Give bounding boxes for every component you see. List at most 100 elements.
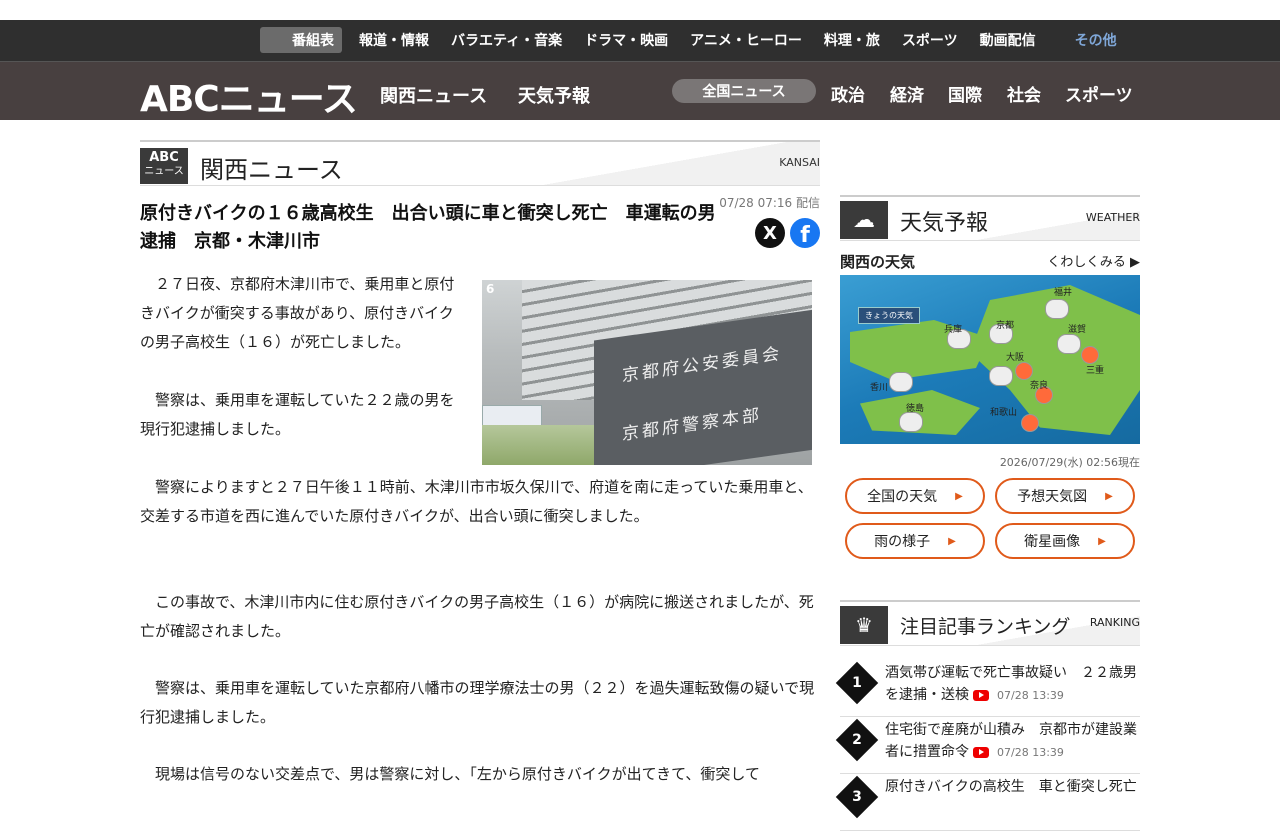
top-navigation: 番組表 報道・情報 バラエティ・音楽 ドラマ・映画 アニメ・ヒーロー 料理・旅 … bbox=[0, 20, 1280, 62]
triangle-right-icon: ▶ bbox=[955, 490, 963, 502]
abc-news-badge: ABC ニュース bbox=[140, 148, 188, 184]
rank-number: 3 bbox=[852, 789, 862, 805]
site-logo[interactable]: ABCニュース bbox=[140, 70, 358, 122]
city-label: 京都 bbox=[996, 321, 1015, 331]
city-label: 大阪 bbox=[1006, 353, 1025, 363]
sun-icon bbox=[1022, 415, 1038, 431]
site-header: ABCニュース 関西ニュース 天気予報 全国ニュース 政治 経済 国際 社会 ス… bbox=[0, 62, 1280, 120]
crown-icon: ♛ bbox=[840, 606, 888, 644]
city-label: 香川 bbox=[870, 383, 889, 393]
section-title-en: KANSAI bbox=[779, 156, 820, 169]
button-label: 全国の天気 bbox=[867, 489, 938, 505]
weather-timestamp: 2026/07/29(水) 02:56現在 bbox=[999, 456, 1140, 469]
weather-details-link[interactable]: くわしくみる ▶ bbox=[1047, 251, 1140, 270]
article-headline: 原付きバイクの１６歳高校生 出合い頭に車と衝突し死亡 車運転の男逮捕 京都・木津… bbox=[140, 203, 716, 252]
rank-number: 1 bbox=[852, 675, 862, 691]
weather-header: ☁ 天気予報 WEATHER bbox=[840, 195, 1140, 241]
program-guide-button[interactable]: 番組表 bbox=[260, 27, 342, 53]
triangle-right-icon: ▶ bbox=[1105, 490, 1113, 502]
youtube-icon bbox=[973, 746, 989, 758]
weather-details-text: くわしくみる bbox=[1047, 255, 1126, 270]
button-label: 雨の様子 bbox=[874, 534, 931, 550]
map-badge: きょうの天気 bbox=[858, 307, 920, 324]
ranking-header: ♛ 注目記事ランキング RANKING bbox=[840, 600, 1140, 646]
article-paragraph: 警察は、乗用車を運転していた京都府八幡市の理学療法士の男（２２）を過失運転致傷の… bbox=[140, 679, 815, 726]
ranking-item[interactable]: 1 酒気帯び運転で死亡事故疑い ２２歳男を逮捕・送検 07/28 13:39 bbox=[835, 660, 1140, 717]
national-weather-button[interactable]: 全国の天気 ▶ bbox=[845, 478, 985, 514]
weather-cloud-sun-icon: ☁ bbox=[840, 201, 888, 239]
badge-news-text: ニュース bbox=[144, 166, 184, 177]
button-label: 予想天気図 bbox=[1017, 489, 1088, 505]
triangle-right-icon: ▶ bbox=[1125, 255, 1140, 270]
article-paragraph: 警察によりますと２７日午後１１時前、木津川市市坂久保川で、府道を南に走っていた乗… bbox=[140, 478, 813, 525]
section-title: 関西ニュース bbox=[200, 156, 343, 184]
triangle-right-icon: ▶ bbox=[948, 535, 956, 547]
weather-region-label: 関西の天気 bbox=[840, 253, 916, 271]
category-politics[interactable]: 政治 bbox=[831, 81, 865, 106]
topnav-item-variety[interactable]: バラエティ・音楽 bbox=[451, 30, 562, 50]
article-paragraph: 現場は信号のない交差点で、男は警察に対し、「左から原付きバイクが出てきて、衝突し… bbox=[140, 765, 760, 783]
rank-number: 2 bbox=[852, 732, 862, 748]
ranking-item-text: 酒気帯び運転で死亡事故疑い ２２歳男を逮捕・送検 07/28 13:39 bbox=[885, 662, 1140, 707]
ranking-item[interactable]: 2 住宅街で産廃が山積み 京都市が建設業者に措置命令 07/28 13:39 bbox=[835, 717, 1140, 774]
city-label: 奈良 bbox=[1030, 381, 1049, 391]
ranking-item-time: 07/28 13:39 bbox=[997, 689, 1064, 702]
sun-icon bbox=[1082, 347, 1098, 363]
header-link-weather[interactable]: 天気予報 bbox=[518, 82, 590, 108]
channel-watermark: 6 bbox=[486, 282, 495, 296]
category-economy[interactable]: 経済 bbox=[890, 81, 924, 106]
ranking-title: 注目記事ランキング bbox=[900, 616, 1071, 638]
forecast-map-button[interactable]: 予想天気図 ▶ bbox=[995, 478, 1135, 514]
article-photo: 京都府公安委員会 京都府警察本部 6 bbox=[482, 280, 812, 465]
section-header: ABC ニュース 関西ニュース KANSAI bbox=[140, 140, 820, 186]
cloud-icon bbox=[900, 413, 922, 431]
facebook-share-icon[interactable]: f bbox=[790, 218, 820, 248]
article-paragraph: ２７日夜、京都府木津川市で、乗用車と原付きバイクが衝突する事故があり、原付きバイ… bbox=[140, 275, 455, 351]
city-label: 滋賀 bbox=[1068, 325, 1087, 335]
rank-badge: 1 bbox=[835, 661, 879, 705]
category-international[interactable]: 国際 bbox=[948, 81, 982, 106]
cloud-icon bbox=[1046, 300, 1068, 318]
kansai-weather-map[interactable]: きょうの天気 福井 兵庫 京都 滋賀 大阪 奈良 香川 徳島 和歌山 三重 bbox=[840, 275, 1140, 444]
article-column: ABC ニュース 関西ニュース KANSAI 07/28 07:16 配信 原付… bbox=[140, 140, 820, 783]
cloud-icon bbox=[990, 367, 1012, 385]
weather-title-en: WEATHER bbox=[1085, 211, 1140, 224]
x-share-icon[interactable]: X bbox=[755, 218, 785, 248]
ranking-title-en: RANKING bbox=[1089, 616, 1140, 629]
badge-abc-text: ABC bbox=[149, 150, 179, 165]
sun-icon bbox=[1016, 363, 1032, 379]
article-paragraph: 警察は、乗用車を運転していた２２歳の男を現行犯逮捕しました。 bbox=[140, 391, 455, 438]
button-label: 衛星画像 bbox=[1024, 534, 1081, 550]
ranking-item-text: 住宅街で産廃が山積み 京都市が建設業者に措置命令 07/28 13:39 bbox=[885, 719, 1140, 764]
topnav-item-news[interactable]: 報道・情報 bbox=[359, 30, 429, 50]
youtube-icon bbox=[973, 689, 989, 701]
city-label: 三重 bbox=[1086, 366, 1105, 376]
triangle-right-icon: ▶ bbox=[1098, 535, 1106, 547]
weather-title: 天気予報 bbox=[900, 211, 989, 236]
city-label: 徳島 bbox=[906, 404, 925, 414]
national-news-button[interactable]: 全国ニュース bbox=[672, 79, 816, 103]
ranking-item-text: 原付きバイクの高校生 車と衝突し死亡 bbox=[885, 776, 1140, 798]
satellite-image-button[interactable]: 衛星画像 ▶ bbox=[995, 523, 1135, 559]
topnav-item-sports[interactable]: スポーツ bbox=[902, 30, 958, 50]
photo-grass bbox=[482, 425, 602, 465]
article-paragraph: この事故で、木津川市内に住む原付きバイクの男子高校生（１６）が病院に搬送されまし… bbox=[140, 593, 814, 640]
topnav-item-drama[interactable]: ドラマ・映画 bbox=[584, 30, 668, 50]
rain-status-button[interactable]: 雨の様子 ▶ bbox=[845, 523, 985, 559]
cloud-icon bbox=[890, 373, 912, 391]
topnav-item-anime[interactable]: アニメ・ヒーロー bbox=[690, 30, 802, 50]
city-label: 和歌山 bbox=[990, 408, 1018, 418]
rank-badge: 3 bbox=[835, 775, 879, 819]
sidebar: ☁ 天気予報 WEATHER 関西の天気 くわしくみる ▶ きょうの天気 福井 … bbox=[835, 195, 1140, 831]
category-sports[interactable]: スポーツ bbox=[1065, 81, 1133, 106]
rank-badge: 2 bbox=[835, 718, 879, 762]
weather-region-row: 関西の天気 くわしくみる ▶ bbox=[840, 241, 1140, 275]
category-society[interactable]: 社会 bbox=[1007, 81, 1041, 106]
ranking-item[interactable]: 3 原付きバイクの高校生 車と衝突し死亡 bbox=[835, 774, 1140, 831]
topnav-item-streaming[interactable]: 動画配信 bbox=[980, 30, 1036, 50]
topnav-item-more[interactable]: その他 bbox=[1075, 30, 1117, 50]
topnav-item-cooking[interactable]: 料理・旅 bbox=[824, 30, 880, 50]
header-link-kansai[interactable]: 関西ニュース bbox=[380, 82, 487, 108]
cloud-icon bbox=[1058, 335, 1080, 353]
map-land-shikoku-north bbox=[850, 320, 990, 380]
